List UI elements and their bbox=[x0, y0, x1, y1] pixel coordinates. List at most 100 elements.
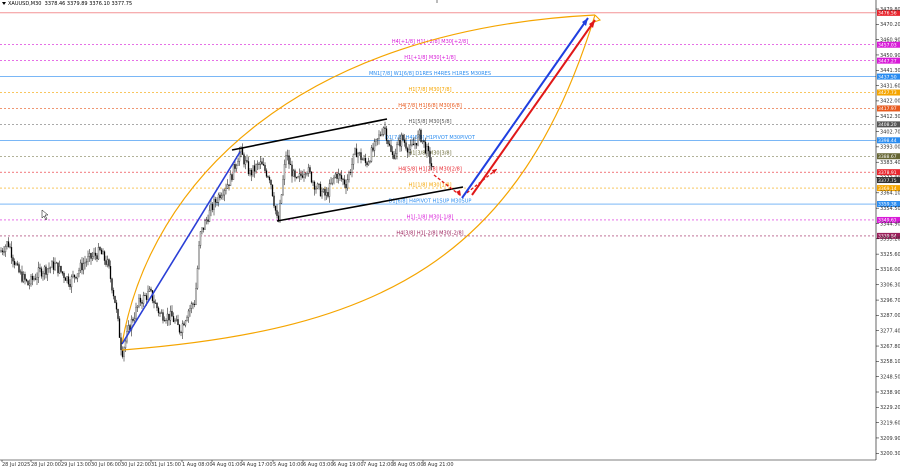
candle-body bbox=[118, 318, 121, 338]
price-chart[interactable]: 3476.56H4[+1/8] H1[+2/8] M30[+2/8]3457.0… bbox=[0, 0, 900, 468]
candle-body bbox=[28, 283, 31, 286]
candle-body bbox=[178, 324, 181, 333]
candle-body bbox=[162, 312, 164, 321]
candle-body bbox=[330, 182, 332, 184]
candle-body bbox=[150, 288, 152, 291]
candle-body bbox=[274, 205, 277, 211]
candle-body bbox=[351, 164, 353, 173]
candle-body bbox=[135, 307, 137, 319]
candle-body bbox=[91, 256, 94, 259]
price-level-badge-text: 3437.50 bbox=[878, 74, 897, 80]
y-tick-label: 3200.30 bbox=[880, 451, 900, 457]
candle-body bbox=[372, 147, 374, 151]
candle-body bbox=[67, 276, 70, 285]
candle-body bbox=[297, 176, 299, 178]
candle-body bbox=[168, 313, 170, 321]
candle-body bbox=[385, 128, 388, 141]
candle-body bbox=[417, 134, 419, 146]
candle-body bbox=[279, 203, 281, 222]
y-tick-label: 3383.40 bbox=[880, 160, 900, 166]
candle-body bbox=[405, 142, 407, 149]
candle-body bbox=[52, 261, 55, 270]
candle-body bbox=[63, 273, 65, 279]
candle-body bbox=[102, 251, 104, 255]
candle-body bbox=[361, 159, 364, 161]
candle-body bbox=[55, 262, 58, 264]
candle-body bbox=[210, 203, 212, 211]
y-tick-label: 3277.40 bbox=[880, 329, 900, 335]
candle-body bbox=[313, 181, 316, 190]
candle-body bbox=[49, 267, 52, 269]
candle-body bbox=[120, 337, 122, 351]
candle-body bbox=[175, 319, 178, 321]
candle-body bbox=[429, 150, 431, 164]
candle-body bbox=[114, 295, 116, 303]
candle-body bbox=[343, 179, 346, 185]
candle-body bbox=[189, 308, 191, 312]
candle-body bbox=[286, 155, 289, 157]
candle-body bbox=[400, 134, 403, 147]
x-tick-label: 4 Aug 17:00 bbox=[242, 462, 273, 468]
channel-upper-line bbox=[231, 118, 388, 151]
candle-body bbox=[42, 273, 44, 277]
y-tick-label: 3248.50 bbox=[880, 374, 900, 380]
candle-body bbox=[214, 199, 217, 203]
candle-body bbox=[66, 276, 68, 281]
candle-body bbox=[234, 164, 236, 169]
candle-body bbox=[409, 144, 412, 150]
candle-body bbox=[369, 161, 371, 163]
candle-body bbox=[192, 303, 194, 305]
candle-body bbox=[19, 271, 22, 273]
candle-body bbox=[100, 249, 103, 255]
candle-body bbox=[159, 312, 161, 314]
candle-body bbox=[6, 241, 8, 247]
candle-body bbox=[357, 153, 359, 158]
y-tick-label: 3209.90 bbox=[880, 436, 900, 442]
candle-body bbox=[16, 263, 19, 265]
candle-body bbox=[177, 319, 179, 326]
candle-body bbox=[145, 295, 148, 300]
candle-body bbox=[228, 184, 230, 186]
price-level-badge-text: 3408.20 bbox=[878, 122, 897, 128]
candle-body bbox=[217, 194, 220, 203]
y-tick-label: 3354.50 bbox=[880, 206, 900, 212]
fibonacci-arc-upper bbox=[121, 14, 596, 345]
candle-body bbox=[82, 263, 85, 271]
candle-body bbox=[39, 267, 41, 269]
candle-body bbox=[381, 134, 383, 136]
candle-body bbox=[58, 265, 61, 274]
impulse-trend-line bbox=[121, 151, 241, 345]
candle-body bbox=[33, 278, 35, 280]
candle-body bbox=[408, 149, 410, 153]
candle-body bbox=[253, 165, 256, 172]
candle-body bbox=[376, 138, 379, 140]
candle-body bbox=[222, 194, 224, 197]
candle-body bbox=[394, 153, 397, 159]
candle-body bbox=[264, 164, 266, 171]
candle-body bbox=[283, 164, 286, 180]
y-tick-label: 3287.00 bbox=[880, 313, 900, 319]
candle-body bbox=[378, 134, 380, 139]
candle-body bbox=[24, 274, 26, 280]
candle-body bbox=[166, 313, 169, 321]
candle-body bbox=[27, 280, 29, 286]
candle-body bbox=[160, 312, 163, 314]
y-tick-label: 3229.20 bbox=[880, 405, 900, 411]
price-level-badge-text: 3398.44 bbox=[878, 138, 897, 144]
candle-body bbox=[18, 264, 20, 273]
candle-body bbox=[282, 179, 284, 195]
price-level-badge-text: 3417.97 bbox=[878, 106, 897, 112]
candle-body bbox=[309, 167, 311, 173]
y-tick-label: 3450.90 bbox=[880, 53, 900, 59]
y-tick-label: 3306.30 bbox=[880, 283, 900, 289]
candle-body bbox=[364, 158, 367, 163]
chart-window[interactable]: XAUUSD,M30 3378.46 3379.89 3376.10 3377.… bbox=[0, 0, 900, 468]
candle-body bbox=[310, 171, 313, 183]
candle-body bbox=[72, 274, 74, 277]
price-level-badge-text: 3427.73 bbox=[878, 90, 897, 96]
candle-body bbox=[147, 291, 149, 300]
candle-body bbox=[265, 170, 268, 177]
candle-body bbox=[418, 129, 421, 135]
candle-body bbox=[375, 139, 377, 142]
candle-body bbox=[61, 271, 64, 274]
